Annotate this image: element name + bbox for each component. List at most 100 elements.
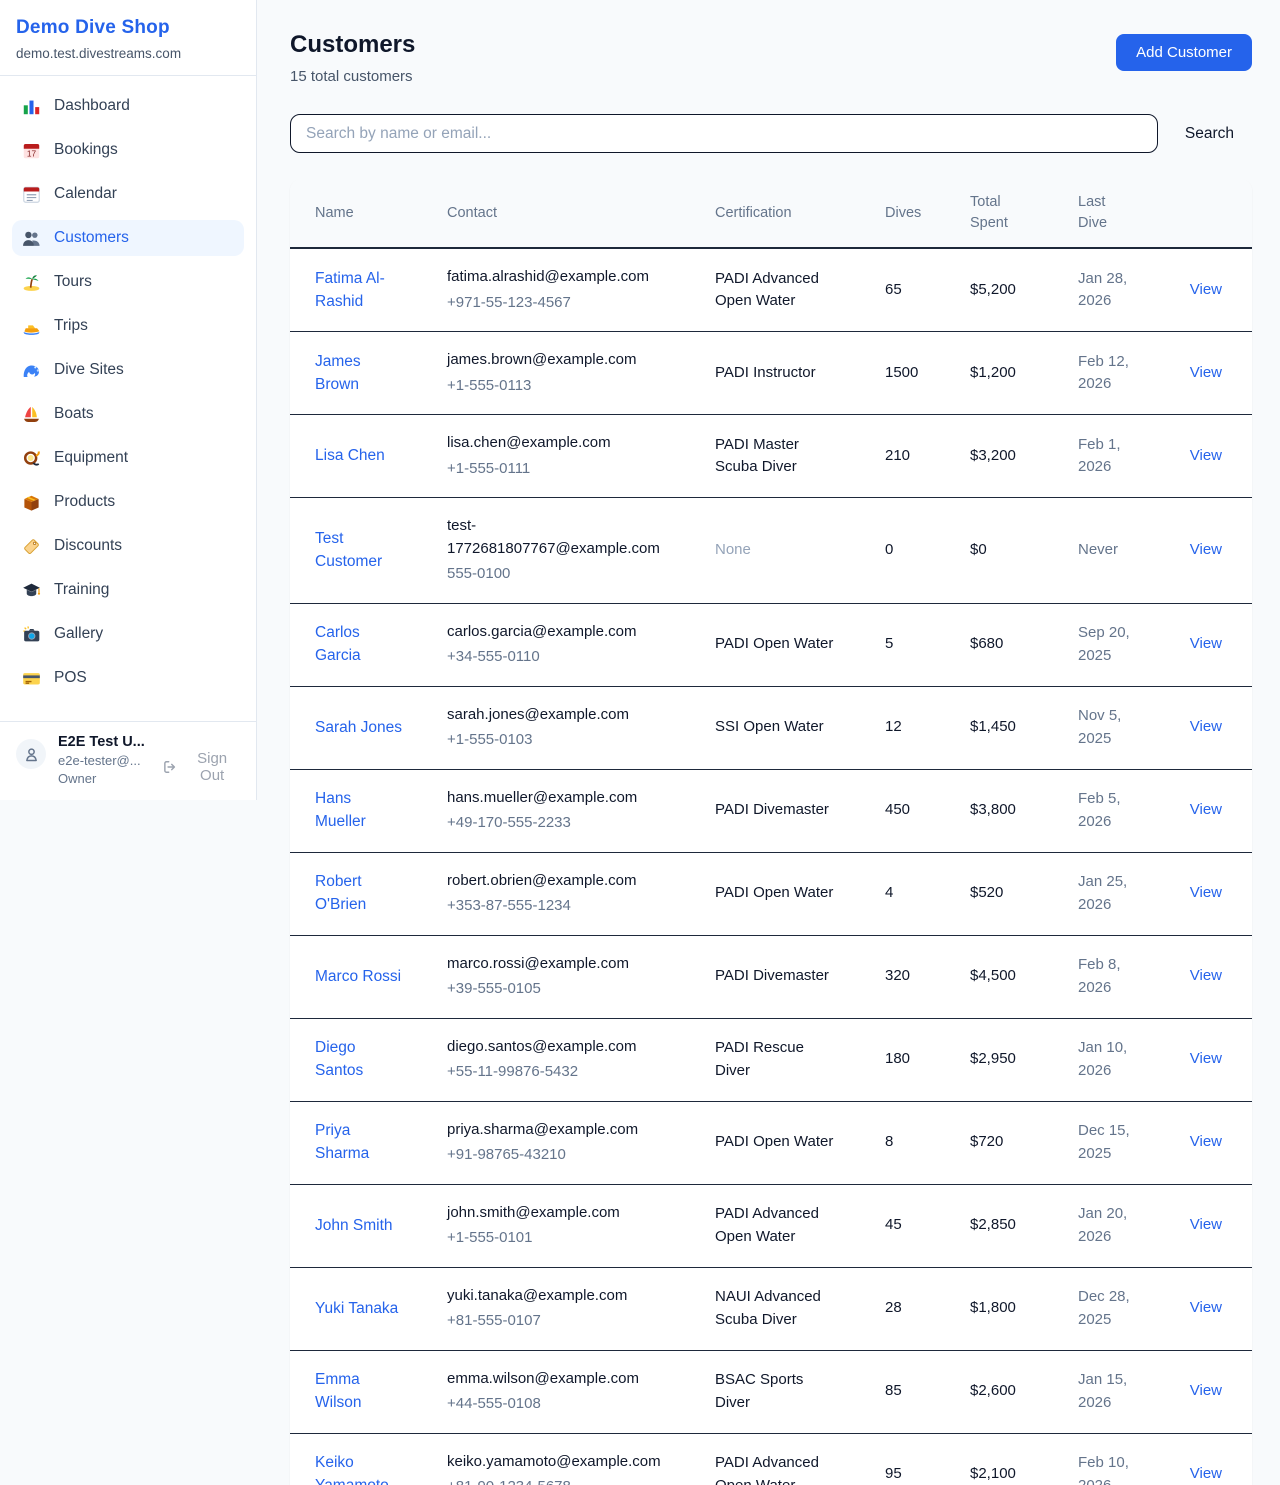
add-customer-button[interactable]: Add Customer: [1116, 34, 1252, 71]
table-row: Priya Sharma priya.sharma@example.com +9…: [290, 1101, 1252, 1184]
customer-last-dive: Jan 10, 2026: [1078, 1037, 1142, 1082]
shop-domain: demo.test.divestreams.com: [16, 46, 240, 61]
view-customer-link[interactable]: View: [1190, 801, 1222, 818]
sidebar-item-bookings[interactable]: Bookings: [12, 132, 244, 168]
customer-last-dive: Feb 1, 2026: [1078, 434, 1142, 479]
customer-name-link[interactable]: James Brown: [315, 350, 403, 397]
table-row: Yuki Tanaka yuki.tanaka@example.com +81-…: [290, 1267, 1252, 1350]
customer-name-link[interactable]: Diego Santos: [315, 1036, 403, 1083]
view-customer-link[interactable]: View: [1190, 1382, 1222, 1399]
main-content: Customers 15 total customers Add Custome…: [257, 0, 1280, 1485]
customer-phone: +91-98765-43210: [447, 1144, 691, 1167]
view-customer-link[interactable]: View: [1190, 1050, 1222, 1067]
customer-last-dive: Feb 8, 2026: [1078, 954, 1142, 999]
customer-certification: PADI Rescue Diver: [715, 1037, 835, 1082]
customer-phone: +55-11-99876-5432: [447, 1061, 691, 1084]
customer-name-link[interactable]: Fatima Al-Rashid: [315, 267, 403, 314]
customer-certification: PADI Advanced Open Water: [715, 268, 835, 313]
sign-out-button[interactable]: Sign Out: [162, 750, 240, 784]
customer-phone: +1-555-0113: [447, 375, 691, 398]
view-customer-link[interactable]: View: [1190, 447, 1222, 464]
customer-total-spent: $1,800: [958, 1267, 1066, 1350]
customer-email: john.smith@example.com: [447, 1202, 620, 1225]
customer-name-link[interactable]: Test Customer: [315, 527, 403, 574]
sidebar-item-discounts[interactable]: Discounts: [12, 528, 244, 564]
customer-name-link[interactable]: Carlos Garcia: [315, 621, 403, 668]
customer-last-dive: Nov 5, 2025: [1078, 705, 1142, 750]
search-button[interactable]: Search: [1158, 125, 1252, 143]
sidebar-item-pos[interactable]: POS: [12, 660, 244, 696]
customer-phone: +1-555-0111: [447, 458, 691, 481]
customer-certification: PADI Open Water: [715, 633, 833, 656]
customer-name-link[interactable]: John Smith: [315, 1214, 393, 1237]
view-customer-link[interactable]: View: [1190, 1299, 1222, 1316]
tours-island-icon: [22, 273, 41, 292]
table-row: Hans Mueller hans.mueller@example.com +4…: [290, 769, 1252, 852]
sidebar-item-dive-sites[interactable]: Dive Sites: [12, 352, 244, 388]
customer-name-link[interactable]: Robert O'Brien: [315, 870, 403, 917]
view-customer-link[interactable]: View: [1190, 718, 1222, 735]
column-header-actions: [1164, 179, 1252, 248]
view-customer-link[interactable]: View: [1190, 281, 1222, 298]
customer-email: diego.santos@example.com: [447, 1036, 637, 1059]
customer-phone: +81-555-0107: [447, 1310, 691, 1333]
customer-dives: 450: [873, 769, 958, 852]
sidebar-item-calendar[interactable]: Calendar: [12, 176, 244, 212]
customer-name-link[interactable]: Hans Mueller: [315, 787, 403, 834]
customer-certification: PADI Advanced Open Water: [715, 1203, 835, 1248]
customer-last-dive: Dec 15, 2025: [1078, 1120, 1142, 1165]
search-bar: Search: [290, 114, 1252, 153]
sidebar-item-customers[interactable]: Customers: [12, 220, 244, 256]
view-customer-link[interactable]: View: [1190, 635, 1222, 652]
discounts-tag-icon: [22, 537, 41, 556]
view-customer-link[interactable]: View: [1190, 364, 1222, 381]
user-info: E2E Test U... e2e-tester@... Owner: [58, 734, 150, 786]
user-name: E2E Test U...: [58, 734, 150, 750]
customer-email: robert.obrien@example.com: [447, 870, 636, 893]
sidebar-item-tours[interactable]: Tours: [12, 264, 244, 300]
customer-name-link[interactable]: Keiko Yamamoto: [315, 1451, 403, 1485]
sidebar-item-equipment[interactable]: Equipment: [12, 440, 244, 476]
customer-name-link[interactable]: Emma Wilson: [315, 1368, 403, 1415]
customer-name-link[interactable]: Marco Rossi: [315, 965, 401, 988]
customer-dives: 45: [873, 1184, 958, 1267]
sidebar-item-boats[interactable]: Boats: [12, 396, 244, 432]
customer-certification: PADI Master Scuba Diver: [715, 434, 835, 479]
view-customer-link[interactable]: View: [1190, 541, 1222, 558]
pos-card-icon: [22, 669, 41, 688]
view-customer-link[interactable]: View: [1190, 1133, 1222, 1150]
page-header: Customers 15 total customers Add Custome…: [290, 31, 1252, 85]
customer-last-dive: Dec 28, 2025: [1078, 1286, 1142, 1331]
customer-dives: 12: [873, 686, 958, 769]
customer-total-spent: $4,500: [958, 935, 1066, 1018]
sidebar-item-trips[interactable]: Trips: [12, 308, 244, 344]
customer-phone: +1-555-0103: [447, 729, 691, 752]
customer-certification: PADI Divemaster: [715, 799, 829, 822]
customer-certification: PADI Divemaster: [715, 965, 829, 988]
customer-dives: 1500: [873, 332, 958, 415]
customer-certification: BSAC Sports Diver: [715, 1369, 835, 1414]
table-row: Emma Wilson emma.wilson@example.com +44-…: [290, 1350, 1252, 1433]
customer-email: priya.sharma@example.com: [447, 1119, 638, 1142]
view-customer-link[interactable]: View: [1190, 967, 1222, 984]
app-root: Demo Dive Shop demo.test.divestreams.com…: [0, 0, 1280, 1485]
customers-people-icon: [22, 229, 41, 248]
user-role: Owner: [58, 771, 150, 786]
customer-certification: PADI Open Water: [715, 1131, 833, 1154]
view-customer-link[interactable]: View: [1190, 884, 1222, 901]
customer-name-link[interactable]: Lisa Chen: [315, 444, 385, 467]
sidebar-item-products[interactable]: Products: [12, 484, 244, 520]
sidebar-item-training[interactable]: Training: [12, 572, 244, 608]
customer-name-link[interactable]: Yuki Tanaka: [315, 1297, 398, 1320]
customer-name-link[interactable]: Priya Sharma: [315, 1119, 403, 1166]
dive-sites-wave-icon: [22, 361, 41, 380]
sidebar-item-dashboard[interactable]: Dashboard: [12, 88, 244, 124]
search-input[interactable]: [290, 114, 1158, 153]
view-customer-link[interactable]: View: [1190, 1465, 1222, 1482]
sidebar-item-gallery[interactable]: Gallery: [12, 616, 244, 652]
gallery-camera-icon: [22, 625, 41, 644]
customer-dives: 95: [873, 1433, 958, 1485]
customer-name-link[interactable]: Sarah Jones: [315, 716, 402, 739]
shop-name[interactable]: Demo Dive Shop: [16, 17, 240, 39]
view-customer-link[interactable]: View: [1190, 1216, 1222, 1233]
